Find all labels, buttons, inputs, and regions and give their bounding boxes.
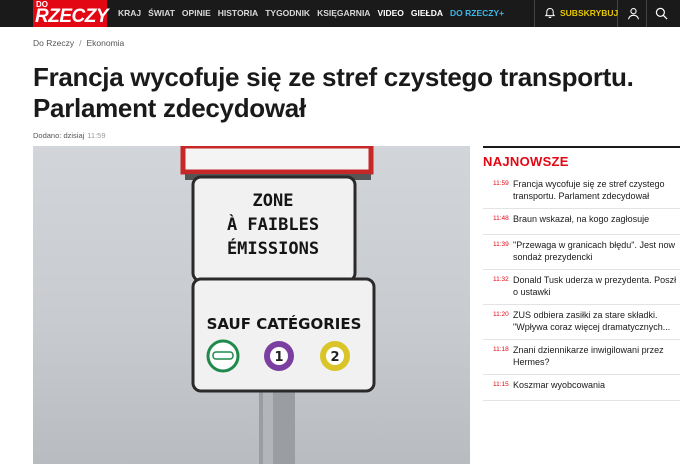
news-item-headline[interactable]: Francja wycofuje się ze stref czystego tr… — [513, 178, 680, 202]
nav-item-historia[interactable]: HISTORIA — [218, 8, 258, 18]
nav-item-tygodnik[interactable]: TYGODNIK — [265, 8, 310, 18]
news-item-headline[interactable]: Braun wskazał, na kogo zagłosuje — [513, 213, 680, 225]
article-photo: ZONE À FAIBLES ÉMISSIONS SAUF CATÉGORIES… — [33, 146, 470, 464]
news-item-time: 11:15 — [493, 381, 509, 388]
news-item-headline-line: ZUS odbiera zasiłki za stare składki. — [513, 310, 658, 320]
search-icon — [655, 7, 668, 20]
news-item-headline[interactable]: Koszmar wyobcowania — [513, 379, 680, 391]
nav-item-gielda[interactable]: GIEŁDA — [411, 8, 443, 18]
news-item-headline-line: "Wpływa coraz więcej dramatycznych... — [513, 322, 671, 332]
news-item-headline-line: Francja wycofuje się ze stref czystego — [513, 179, 665, 189]
nav-item-do-rzeczy-plus[interactable]: DO RZECZY+ — [450, 8, 504, 18]
news-item-headline[interactable]: "Przewaga w granicach błędu". Jest now so… — [513, 239, 680, 263]
nav-item-kraj[interactable]: KRAJ — [118, 8, 141, 18]
news-item-headline[interactable]: Donald Tusk uderza w prezydenta. Poszł o … — [513, 274, 680, 298]
news-item-headline-line: Hermes? — [513, 357, 550, 367]
news-list-item[interactable]: 11:32 Donald Tusk uderza w prezydenta. Po… — [483, 270, 680, 305]
news-list-item[interactable]: 11:59 Francja wycofuje się ze stref czyst… — [483, 174, 680, 209]
logo-main-text: RZECZY — [35, 6, 109, 27]
subscribe-label: SUBSKRYBUJ — [560, 8, 619, 18]
nav-item-swiat[interactable]: ŚWIAT — [148, 8, 175, 18]
latest-news-list: 11:59 Francja wycofuje się ze stref czyst… — [483, 174, 680, 401]
news-item-headline[interactable]: Znani dziennikarze inwigilowani przez Her… — [513, 344, 680, 368]
article-dateline: Dodano: dzisiaj 11:59 — [33, 131, 106, 140]
news-list-item[interactable]: 11:18 Znani dziennikarze inwigilowani prz… — [483, 340, 680, 375]
news-item-headline-line: transportu. Parlament zdecydował — [513, 191, 650, 201]
news-item-headline-line: "Przewaga w granicach błędu". Jest now — [513, 240, 675, 250]
news-item-headline-line: Donald Tusk uderza w prezydenta. Poszł — [513, 275, 677, 285]
news-item-headline-line: sondaż prezydencki — [513, 252, 593, 262]
crit-air-1-label: 1 — [274, 350, 283, 365]
publish-time: 11:59 — [87, 131, 106, 140]
subscribe-button[interactable]: SUBSKRYBUJ — [534, 0, 618, 27]
news-item-time: 11:39 — [493, 241, 509, 248]
news-item-headline-line: Znani dziennikarze inwigilowani przez — [513, 345, 664, 355]
sign-bottom-title: SAUF CATÉGORIES — [207, 314, 362, 333]
news-list-item[interactable]: 11:48 Braun wskazał, na kogo zagłosuje — [483, 209, 680, 235]
sign-line-3: ÉMISSIONS — [227, 237, 319, 259]
breadcrumb-home[interactable]: Do Rzeczy — [33, 38, 74, 48]
news-item-headline[interactable]: ZUS odbiera zasiłki za stare składki. "Wp… — [513, 309, 680, 333]
news-item-time: 11:20 — [493, 311, 509, 318]
news-item-time: 11:59 — [493, 180, 509, 187]
news-item-time: 11:18 — [493, 346, 509, 353]
search-button[interactable] — [648, 0, 675, 27]
news-item-headline-line: o ustawki — [513, 287, 551, 297]
site-logo[interactable]: DO RZECZY — [33, 0, 109, 27]
breadcrumb: Do Rzeczy / Ekonomia — [33, 38, 124, 48]
sign-line-1: ZONE — [253, 191, 294, 211]
breadcrumb-section[interactable]: Ekonomia — [86, 38, 124, 48]
zone-sign-illustration: ZONE À FAIBLES ÉMISSIONS SAUF CATÉGORIES… — [180, 146, 376, 464]
account-button[interactable] — [620, 0, 647, 27]
news-item-time: 11:32 — [493, 276, 509, 283]
bell-icon — [544, 7, 556, 19]
news-list-item[interactable]: 11:20 ZUS odbiera zasiłki za stare składk… — [483, 305, 680, 340]
user-icon — [627, 7, 640, 20]
top-navigation-bar: DO RZECZY KRAJ ŚWIAT OPINIE HISTORIA TYG… — [0, 0, 680, 27]
article-title: Francja wycofuje się ze stref czystego t… — [33, 62, 634, 123]
main-nav: KRAJ ŚWIAT OPINIE HISTORIA TYGODNIK KSIĘ… — [118, 8, 511, 18]
nav-item-video[interactable]: VIDEO — [377, 8, 403, 18]
sign-line-2: À FAIBLES — [227, 213, 319, 235]
sidebar-heading: NAJNOWSZE — [483, 154, 569, 169]
news-item-headline-line: Braun wskazał, na kogo zagłosuje — [513, 214, 650, 224]
news-item-time: 11:48 — [493, 215, 509, 222]
date-label: Dodano: dzisiaj — [33, 131, 85, 140]
news-list-item[interactable]: 11:15 Koszmar wyobcowania — [483, 375, 680, 401]
breadcrumb-separator: / — [79, 38, 82, 48]
news-list-item[interactable]: 11:39 "Przewaga w granicach błędu". Jest … — [483, 235, 680, 270]
news-item-headline-line: Koszmar wyobcowania — [513, 380, 606, 390]
nav-item-opinie[interactable]: OPINIE — [182, 8, 211, 18]
crit-air-2-label: 2 — [330, 350, 339, 365]
sidebar-divider — [483, 146, 680, 148]
nav-item-ksiegarnia[interactable]: KSIĘGARNIA — [317, 8, 370, 18]
